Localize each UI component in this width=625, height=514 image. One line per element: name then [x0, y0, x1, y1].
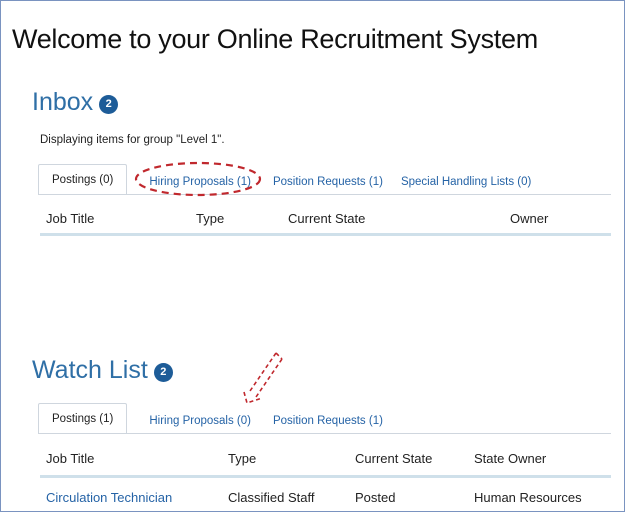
watch-col-current-state[interactable]: Current State: [355, 451, 432, 466]
watch-list-tabs: Postings (1) Hiring Proposals (0) Positi…: [38, 403, 391, 434]
watch-col-state-owner[interactable]: State Owner: [474, 451, 546, 466]
inbox-table-rule: [40, 233, 611, 236]
inbox-header: Inbox 2: [32, 88, 119, 117]
table-row[interactable]: Circulation Technician Classified Staff …: [40, 490, 611, 514]
window-frame: [0, 0, 625, 512]
inbox-tab-postings[interactable]: Postings (0): [38, 164, 128, 195]
row-type: Classified Staff: [228, 490, 315, 505]
inbox-col-owner[interactable]: Owner: [510, 211, 548, 226]
row-current-state: Posted: [355, 490, 396, 505]
inbox-title: Inbox: [32, 88, 94, 116]
page-title: Welcome to your Online Recruitment Syste…: [12, 24, 538, 54]
inbox-tab-divider: [38, 194, 611, 195]
job-title-link[interactable]: Circulation Technician: [46, 490, 172, 505]
watch-tab-position-requests[interactable]: Position Requests (1): [265, 408, 391, 434]
inbox-col-type[interactable]: Type: [196, 211, 224, 226]
inbox-tab-special-handling-lists[interactable]: Special Handling Lists (0): [393, 169, 539, 195]
watch-col-job-title[interactable]: Job Title: [46, 451, 94, 466]
watch-list-title: Watch List: [32, 356, 148, 384]
inbox-tab-hiring-proposals[interactable]: Hiring Proposals (1): [141, 169, 259, 195]
group-note: Displaying items for group "Level 1".: [40, 134, 225, 146]
row-state-owner: Human Resources: [474, 490, 582, 505]
watch-list-header: Watch List 2: [32, 356, 173, 385]
inbox-col-job-title[interactable]: Job Title: [46, 211, 94, 226]
watch-list-count-badge: 2: [153, 362, 173, 382]
watch-col-type[interactable]: Type: [228, 451, 256, 466]
inbox-table-header: Job Title Type Current State Owner: [40, 211, 611, 241]
inbox-tab-position-requests[interactable]: Position Requests (1): [265, 169, 391, 195]
inbox-tabs: Postings (0) Hiring Proposals (1) Positi…: [38, 164, 539, 195]
inbox-count-badge: 2: [99, 94, 119, 114]
watch-list-tab-divider: [38, 433, 611, 434]
watch-tab-hiring-proposals[interactable]: Hiring Proposals (0): [141, 408, 259, 434]
inbox-col-current-state[interactable]: Current State: [288, 211, 365, 226]
watch-table-rule: [40, 475, 611, 478]
watch-tab-postings[interactable]: Postings (1): [38, 403, 128, 434]
